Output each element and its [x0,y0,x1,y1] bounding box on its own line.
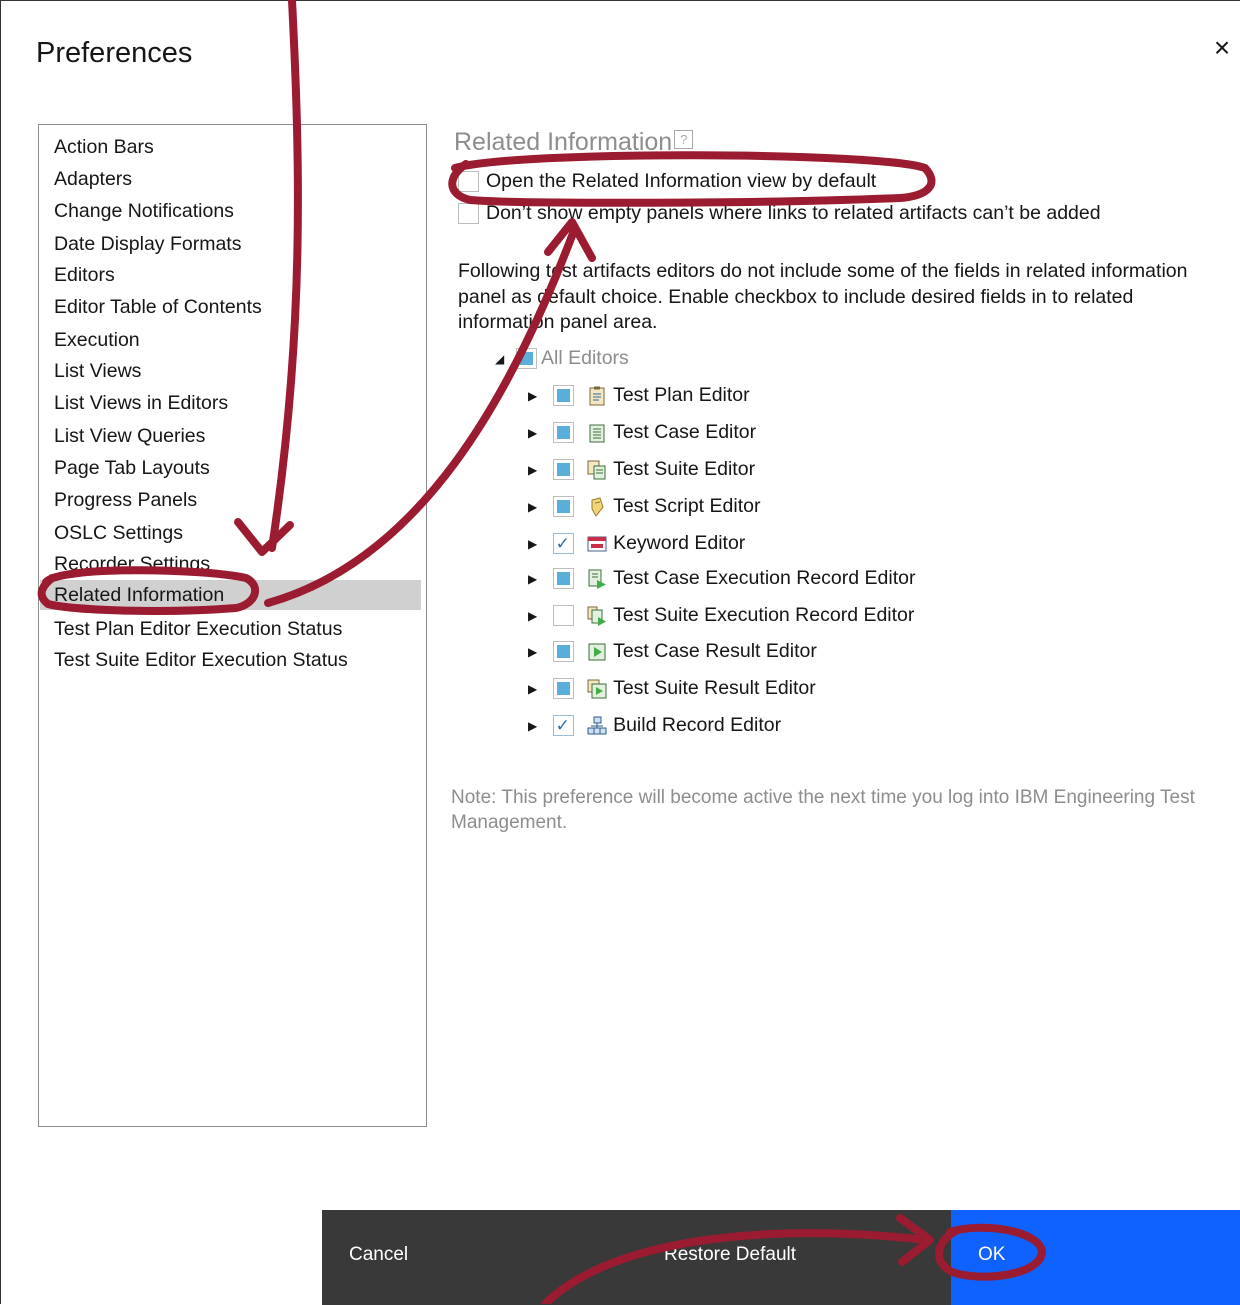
dont-show-empty-checkbox[interactable] [458,203,479,225]
test-suite-execution-record-icon [587,606,607,626]
nav-item-date-display-formats[interactable]: Date Display Formats [40,231,421,257]
nav-item-action-bars[interactable]: Action Bars [40,134,421,160]
test-case-result-editor-label: Test Case Result Editor [613,640,817,662]
test-script-editor-checkbox[interactable] [552,496,574,518]
nav-item-adapters[interactable]: Adapters [40,166,421,192]
preference-note: Note: This preference will become active… [451,787,1195,833]
preferences-dialog: Preferences × Action Bars Adapters Chang… [0,0,1240,1305]
test-suite-execution-record-editor-checkbox[interactable] [552,605,574,627]
test-case-execution-record-editor-label: Test Case Execution Record Editor [613,567,916,589]
expand-triangle-icon[interactable]: ▶ [528,566,537,592]
nav-item-page-tab-layouts[interactable]: Page Tab Layouts [40,455,421,481]
build-record-icon [587,716,607,735]
test-case-editor-checkbox[interactable] [552,422,574,444]
test-suite-result-icon [587,679,607,699]
test-script-icon [591,497,604,517]
section-heading: Related Information? [454,128,694,157]
tree-item-keyword-editor: ▶ Keyword Editor [528,530,746,557]
option-open-related-info: Open the Related Information view by def… [458,170,876,193]
test-case-result-editor-checkbox[interactable] [552,641,574,663]
expand-triangle-icon[interactable]: ▶ [528,457,537,483]
preferences-nav: Action Bars Adapters Change Notification… [38,124,427,1127]
nav-item-test-suite-editor-execution-status[interactable]: Test Suite Editor Execution Status [40,647,421,673]
nav-item-progress-panels[interactable]: Progress Panels [40,487,421,513]
tree-root-all-editors: ◢ All Editors [495,347,629,370]
cancel-button[interactable]: Cancel [322,1210,637,1305]
build-record-editor-label: Build Record Editor [613,714,782,736]
test-case-editor-label: Test Case Editor [613,421,757,443]
tree-item-test-suite-execution-record-editor: ▶ Test Suite Execution Record Editor [528,602,914,628]
expand-triangle-icon[interactable]: ▶ [528,639,537,665]
expand-triangle-icon[interactable]: ▶ [528,713,537,739]
expand-triangle-icon[interactable]: ▶ [528,420,537,446]
section-heading-label: Related Information [454,128,673,156]
expand-triangle-icon[interactable]: ▶ [528,603,537,629]
keyword-editor-checkbox[interactable] [552,531,574,557]
open-related-info-checkbox[interactable] [458,171,479,193]
nav-item-change-notifications[interactable]: Change Notifications [40,198,421,224]
test-plan-editor-checkbox[interactable] [552,385,574,407]
build-record-editor-checkbox[interactable] [552,713,574,739]
test-case-icon [589,424,605,443]
nav-item-editors[interactable]: Editors [40,262,421,288]
nav-item-list-views-in-editors[interactable]: List Views in Editors [40,390,421,416]
keyword-editor-label: Keyword Editor [613,532,746,554]
nav-item-execution[interactable]: Execution [40,327,421,353]
test-case-execution-record-editor-checkbox[interactable] [552,568,574,590]
expand-triangle-icon[interactable]: ▶ [528,531,537,557]
nav-item-list-view-queries[interactable]: List View Queries [40,423,421,449]
nav-item-test-plan-editor-execution-status[interactable]: Test Plan Editor Execution Status [40,616,421,642]
nav-item-list-views[interactable]: List Views [40,358,421,384]
help-icon[interactable]: ? [674,130,694,149]
tree-item-test-plan-editor: ▶ Test Plan Editor [528,382,750,408]
test-case-execution-record-icon [588,569,607,589]
test-plan-icon [589,386,605,406]
keyword-icon [587,536,607,552]
open-related-info-label: Open the Related Information view by def… [486,170,877,192]
expand-triangle-icon[interactable]: ▶ [528,676,537,702]
test-suite-icon [587,460,606,480]
dont-show-empty-label: Don’t show empty panels where links to r… [486,202,1101,224]
test-case-result-icon [588,643,606,661]
test-script-editor-label: Test Script Editor [613,495,761,517]
all-editors-checkbox[interactable] [515,348,537,370]
tree-item-test-script-editor: ▶ Test Script Editor [528,493,760,519]
tree-item-test-case-result-editor: ▶ Test Case Result Editor [528,638,817,664]
nav-item-recorder-settings[interactable]: Recorder Settings [40,551,421,577]
editors-description: Following test artifacts editors do not … [458,260,1188,333]
expand-triangle-icon[interactable]: ▶ [528,494,537,520]
ok-button[interactable]: OK [951,1210,1240,1305]
tree-item-test-case-execution-record-editor: ▶ Test Case Execution Record Editor [528,565,915,591]
nav-item-oslc-settings[interactable]: OSLC Settings [40,520,421,546]
test-suite-editor-checkbox[interactable] [552,459,574,481]
restore-default-button[interactable]: Restore Default [637,1210,951,1305]
dialog-footer: Cancel Restore Default OK [322,1210,1240,1305]
collapse-triangle-icon[interactable]: ◢ [495,352,504,366]
tree-item-build-record-editor: ▶ Build Record Editor [528,712,782,739]
nav-item-related-information[interactable]: Related Information [40,580,421,610]
test-suite-execution-record-editor-label: Test Suite Execution Record Editor [613,604,915,626]
option-dont-show-empty: Don’t show empty panels where links to r… [458,202,1101,225]
test-plan-editor-label: Test Plan Editor [613,384,750,406]
test-suite-result-editor-checkbox[interactable] [552,678,574,700]
nav-item-editor-toc[interactable]: Editor Table of Contents [40,294,421,320]
tree-item-test-case-editor: ▶ Test Case Editor [528,419,756,445]
all-editors-label: All Editors [541,347,629,369]
tree-item-test-suite-editor: ▶ Test Suite Editor [528,456,755,482]
test-suite-result-editor-label: Test Suite Result Editor [613,677,816,699]
close-icon[interactable]: × [1207,33,1237,63]
test-suite-editor-label: Test Suite Editor [613,458,756,480]
expand-triangle-icon[interactable]: ▶ [528,383,537,409]
tree-item-test-suite-result-editor: ▶ Test Suite Result Editor [528,675,816,701]
dialog-title: Preferences [36,37,193,69]
